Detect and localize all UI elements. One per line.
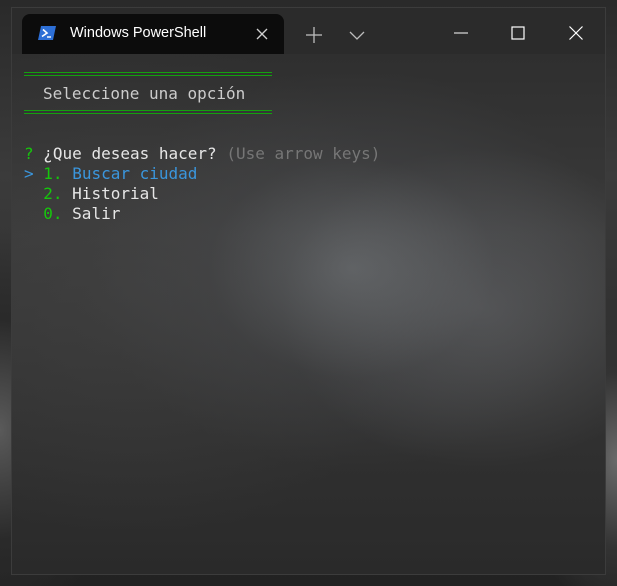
- heading-rule-top: [24, 72, 272, 76]
- menu-heading: Seleccione una opción: [43, 84, 246, 103]
- selection-pointer: >: [24, 164, 34, 183]
- minimize-button[interactable]: [441, 18, 481, 48]
- dropdown-chevron-icon[interactable]: [347, 28, 367, 42]
- option-label: Salir: [72, 204, 121, 223]
- terminal-output[interactable]: Seleccione una opción ? ¿Que deseas hace…: [12, 54, 605, 574]
- prompt-mark: ?: [24, 144, 34, 163]
- close-button[interactable]: [556, 18, 596, 48]
- minimize-icon: [454, 32, 468, 34]
- maximize-icon: [511, 26, 525, 40]
- tab-title: Windows PowerShell: [70, 25, 207, 41]
- question-text: ¿Que deseas hacer?: [43, 144, 217, 163]
- maximize-button[interactable]: [498, 18, 538, 48]
- option-label: Historial: [72, 184, 159, 203]
- menu-option[interactable]: 0. Salir: [24, 204, 120, 224]
- tab-powershell[interactable]: Windows PowerShell: [22, 14, 284, 54]
- hint-text: (Use arrow keys): [226, 144, 381, 163]
- menu-option[interactable]: 2. Historial: [24, 184, 159, 204]
- terminal-window: Windows PowerShell Seleccione una opción…: [12, 8, 605, 574]
- option-number: 1.: [43, 164, 63, 183]
- powershell-icon: [38, 26, 56, 40]
- close-icon: [569, 26, 583, 40]
- title-bar[interactable]: Windows PowerShell: [12, 8, 605, 54]
- heading-rule-bottom: [24, 110, 272, 114]
- option-number: 0.: [43, 204, 63, 223]
- option-label: Buscar ciudad: [72, 164, 198, 183]
- option-number: 2.: [43, 184, 63, 203]
- prompt-question: ? ¿Que deseas hacer? (Use arrow keys): [24, 144, 380, 164]
- new-tab-icon[interactable]: [304, 25, 324, 45]
- menu-option-selected[interactable]: > 1. Buscar ciudad: [24, 164, 197, 184]
- close-tab-icon[interactable]: [255, 27, 269, 41]
